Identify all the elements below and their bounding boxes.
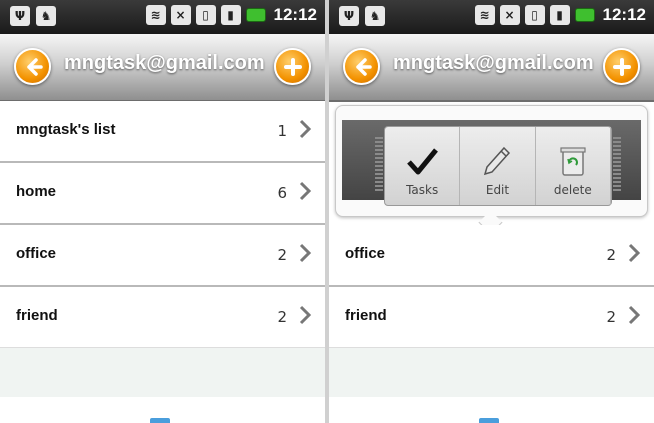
usb-icon: Ψ [339,6,359,26]
arrow-left-icon [26,57,43,76]
list-item[interactable]: office 2 [329,225,654,287]
quick-action-popup: Tasks Edit delete [329,101,654,235]
left-screen: Ψ ♞ ≋ × ▯ ▮ 12:12 mngtask@gmail.com mngt… [0,0,325,423]
title-bar: mngtask@gmail.com [0,34,325,102]
android-debug-icon: ♞ [365,6,385,26]
status-bar: Ψ ♞ ≋ × ▯ ▮ 12:12 [0,0,325,34]
delete-label: delete [553,183,592,197]
right-screen: Ψ ♞ ≋ × ▯ ▮ 12:12 mngtask@gmail.com Task… [329,0,654,423]
list-item[interactable]: mngtask's list 1 [0,101,325,163]
footer-band [0,347,325,398]
list-count: 2 [606,308,616,326]
trash-icon [560,147,586,176]
list-count: 2 [277,308,287,326]
list-name: home [16,183,57,200]
list-name: office [16,245,57,262]
plus-icon [283,57,302,76]
title-bar: mngtask@gmail.com [329,34,654,102]
clock: 12:12 [602,5,646,24]
signal-icon: ▮ [549,5,570,25]
chevron-right-icon [299,119,312,139]
tasks-label: Tasks [406,183,439,197]
chevron-right-icon [628,243,641,263]
mute-icon: × [499,5,520,25]
list-count: 1 [277,122,287,140]
list-item[interactable]: office 2 [0,225,325,287]
chevron-right-icon [299,243,312,263]
list-item[interactable]: friend 2 [329,287,654,349]
signal-icon: ▮ [220,5,241,25]
add-button[interactable] [603,48,640,85]
status-bar: Ψ ♞ ≋ × ▯ ▮ 12:12 [329,0,654,34]
list-item[interactable]: home 6 [0,163,325,225]
list-name: friend [16,307,58,324]
list-count: 6 [277,184,287,202]
android-debug-icon: ♞ [36,6,56,26]
usb-icon: Ψ [10,6,30,26]
task-list: office 2 friend 2 [329,225,654,349]
quick-action-bar: Tasks Edit delete [375,126,621,206]
list-name: friend [345,307,387,324]
footer-band [329,347,654,398]
account-title: mngtask@gmail.com [393,52,594,74]
grip-right [613,137,621,193]
edit-label: Edit [485,183,510,197]
checkmark-icon [407,148,439,175]
add-button[interactable] [274,48,311,85]
back-button[interactable] [14,48,51,85]
tasks-action[interactable]: Tasks [385,127,461,205]
battery-icon [245,8,266,22]
pencil-icon [484,146,511,176]
grip-left [375,137,383,193]
wifi-icon: ≋ [474,5,495,25]
vibrate-icon: ▯ [195,5,216,25]
popup-frame: Tasks Edit delete [335,105,648,217]
delete-action[interactable]: delete [536,127,611,205]
edit-action[interactable]: Edit [460,127,536,205]
vibrate-icon: ▯ [524,5,545,25]
list-name: office [345,245,386,262]
mute-icon: × [170,5,191,25]
footer-widget [150,418,170,423]
clock: 12:12 [273,5,317,24]
arrow-left-icon [355,57,372,76]
footer-widget [479,418,499,423]
list-name: mngtask's list [16,121,116,138]
list-count: 2 [277,246,287,264]
account-title: mngtask@gmail.com [64,52,265,74]
back-button[interactable] [343,48,380,85]
wifi-icon: ≋ [145,5,166,25]
chevron-right-icon [299,181,312,201]
task-list: mngtask's list 1 home 6 office 2 friend … [0,101,325,349]
battery-icon [574,8,595,22]
list-count: 2 [606,246,616,264]
chevron-right-icon [299,305,312,325]
list-item[interactable]: friend 2 [0,287,325,349]
plus-icon [612,57,631,76]
chevron-right-icon [628,305,641,325]
